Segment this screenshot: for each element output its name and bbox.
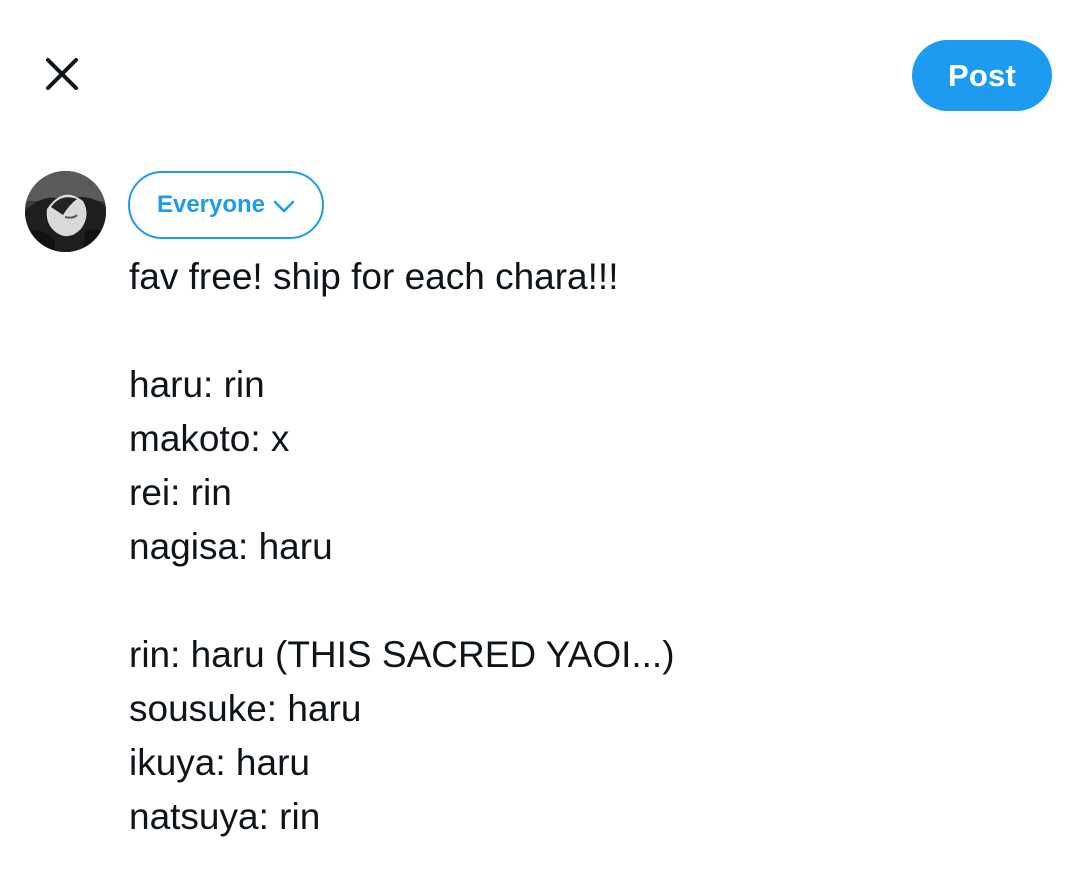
close-icon xyxy=(46,58,78,90)
text-line: fav free! ship for each chara!!! xyxy=(129,256,619,297)
text-line: natsuya: rin xyxy=(129,796,321,837)
text-line xyxy=(129,304,1029,358)
close-button[interactable] xyxy=(40,52,84,96)
post-button[interactable]: Post xyxy=(912,40,1052,111)
profile-avatar-image xyxy=(25,171,106,252)
text-line: sousuke: haru xyxy=(129,688,362,729)
text-line: haru: rin xyxy=(129,364,265,405)
text-line: rin: haru (THIS SACRED YAOI...) xyxy=(129,634,675,675)
text-line: rei: rin xyxy=(129,472,232,513)
text-line: nagisa: haru xyxy=(129,526,333,567)
post-text-input[interactable]: fav free! ship for each chara!!! haru: r… xyxy=(129,250,1029,844)
avatar[interactable] xyxy=(25,171,106,252)
text-line: makoto: x xyxy=(129,418,290,459)
chevron-down-icon xyxy=(273,200,295,214)
text-line xyxy=(129,574,1029,628)
audience-selector[interactable]: Everyone xyxy=(128,171,324,239)
audience-label: Everyone xyxy=(156,191,266,218)
compose-post-screen: Post Everyone fav free! ship for each ch… xyxy=(0,0,1079,877)
text-line: ikuya: haru xyxy=(129,742,310,783)
